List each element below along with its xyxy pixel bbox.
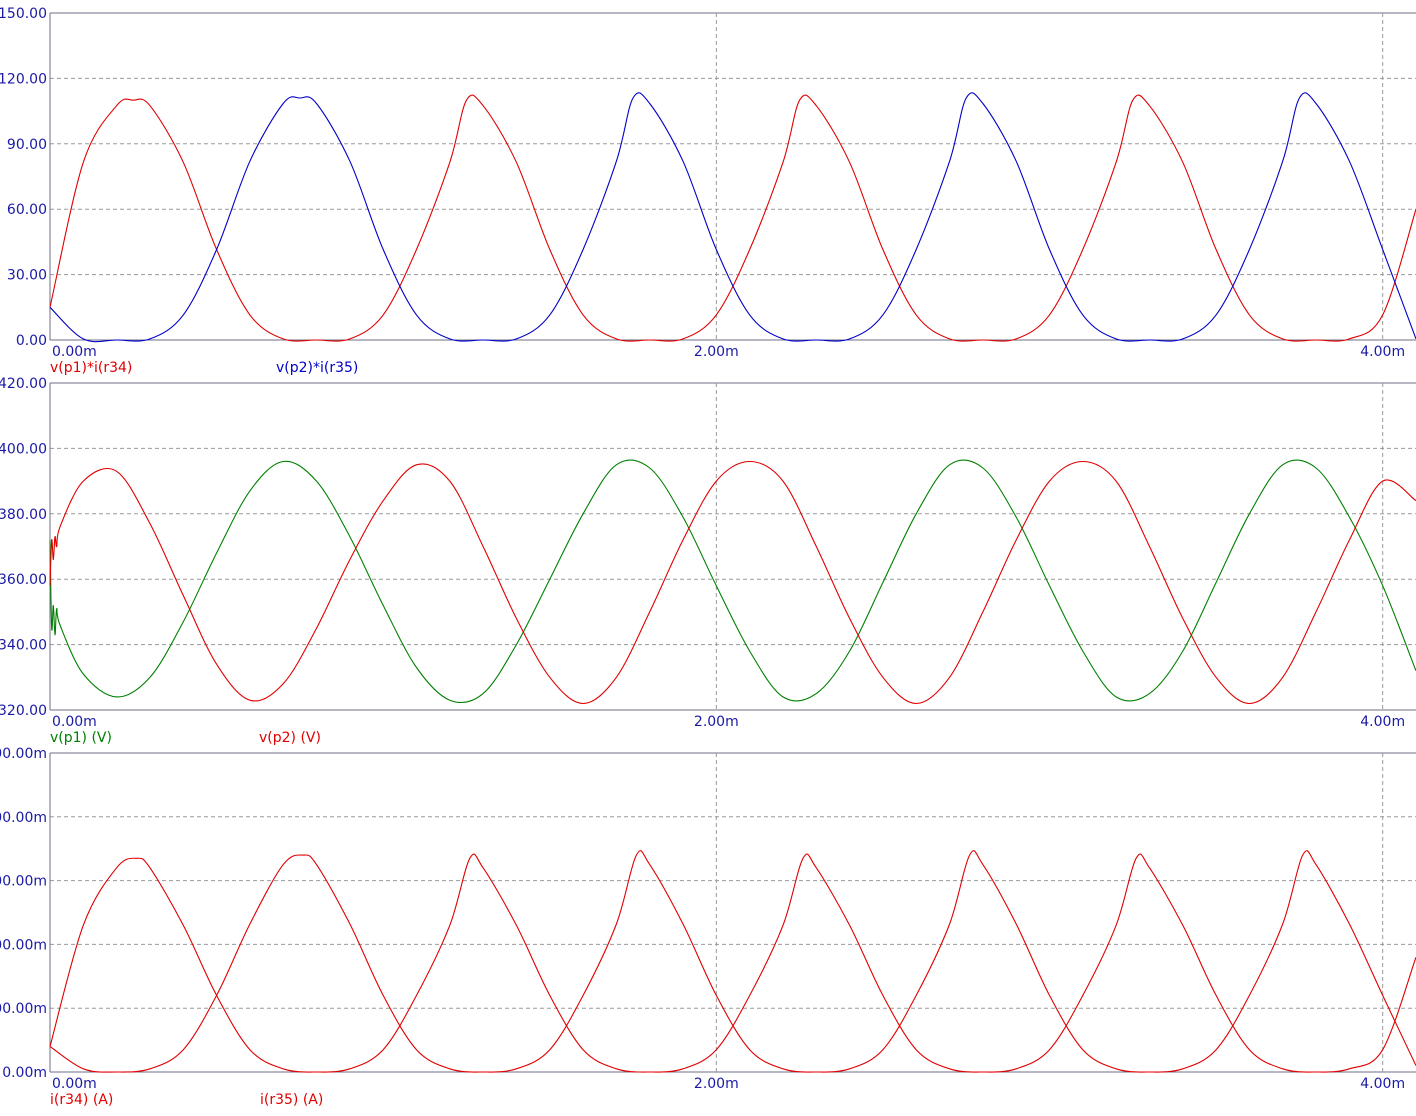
legend-label: v(p1) (V) [50, 730, 112, 746]
y-tick-label: 00.00m [0, 937, 47, 953]
y-tick-label: 420.00 [0, 376, 47, 392]
y-tick-label: 00.00m [0, 874, 47, 890]
y-tick-label: 0.00 [16, 333, 47, 349]
x-tick-label: 4.00m [1360, 714, 1405, 730]
series-line-v-p1-v- [49, 459, 1416, 704]
y-tick-label: 0.00m [2, 1065, 47, 1081]
x-tick-label: 4.00m [1360, 1076, 1405, 1092]
y-tick-label: 150.00 [0, 6, 47, 22]
y-tick-label: 320.00 [0, 703, 47, 719]
x-tick-label: 0.00m [52, 344, 97, 360]
y-tick-label: 00.00m [0, 746, 47, 762]
waveform-plot: 0.00 30.00 60.00 90.00 120.00 150.00 0.00m 2.00… [0, 6, 1416, 1108]
y-tick-label: 00.00m [0, 810, 47, 826]
legend-label: v(p1)*i(r34) [50, 360, 132, 376]
legend-label: i(r34) (A) [50, 1092, 113, 1108]
y-tick-label: 120.00 [0, 71, 47, 87]
y-tick-label: 340.00 [0, 638, 47, 654]
y-tick-label: 380.00 [0, 507, 47, 523]
series-line-i-r35-a- [49, 850, 1416, 1073]
y-tick-label: 400.00 [0, 441, 47, 457]
legend-label: v(p2) (V) [259, 730, 321, 746]
x-tick-label: 2.00m [694, 1076, 739, 1092]
series-line-v-p2-v- [49, 460, 1416, 705]
chart-panel-3: 0.00m 00.00m 00.00m 00.00m 00.00m 00.00m 0.00m… [0, 746, 1416, 1108]
series-line-i-r34-a- [49, 853, 1416, 1073]
y-tick-label: 30.00 [7, 268, 47, 284]
x-tick-label: 2.00m [694, 344, 739, 360]
x-tick-label: 4.00m [1360, 344, 1405, 360]
y-tick-label: 90.00 [7, 137, 47, 153]
series-line-v-p2-i-r35- [49, 92, 1416, 343]
legend-label: v(p2)*i(r35) [276, 360, 358, 376]
legend-label: i(r35) (A) [260, 1092, 323, 1108]
y-tick-label: 60.00 [7, 202, 47, 218]
x-tick-label: 2.00m [694, 714, 739, 730]
x-tick-label: 0.00m [52, 714, 97, 730]
x-tick-label: 0.00m [52, 1076, 97, 1092]
chart-panel-1: 0.00 30.00 60.00 90.00 120.00 150.00 0.00m 2.00… [0, 6, 1416, 376]
y-tick-label: 360.00 [0, 572, 47, 588]
chart-panel-2: 320.00 340.00 360.00 380.00 400.00 420.00 0.00… [0, 376, 1416, 746]
series-line-v-p1-i-r34- [49, 94, 1416, 342]
y-tick-label: 00.00m [0, 1001, 47, 1017]
